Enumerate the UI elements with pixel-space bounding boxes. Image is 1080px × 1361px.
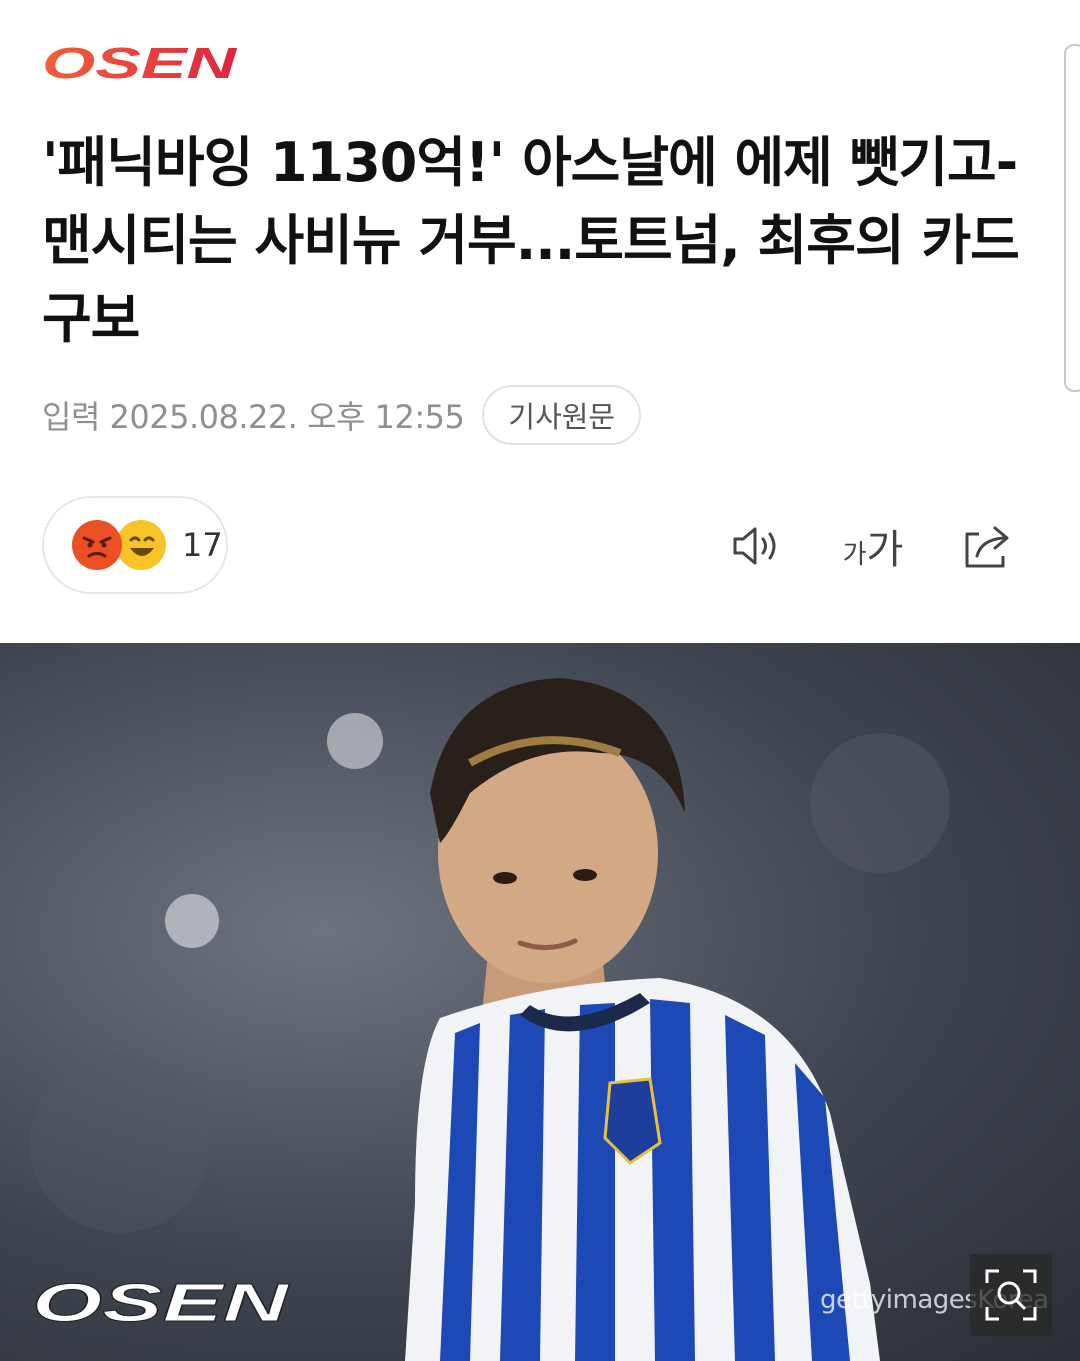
font-large-glyph: 가 (866, 527, 904, 573)
publish-date: 입력 2025.08.22. 오후 12:55 (42, 398, 465, 436)
photo-watermark: OSEN (32, 1275, 290, 1327)
reaction-button[interactable]: 17 (42, 496, 228, 594)
article-meta: 입력 2025.08.22. 오후 12:55 기사원문 (42, 384, 642, 446)
zoom-button[interactable] (970, 1254, 1052, 1336)
font-size-icon: 가가 (843, 517, 904, 575)
laughing-emoji-icon (116, 520, 166, 570)
share-icon (965, 526, 1009, 568)
article-photo[interactable]: OSEN gettyimagesKorea (0, 643, 1080, 1361)
player-illustration (30, 678, 950, 1361)
article-headline: '패닉바잉 1130억!' 아스날에 에제 뺏기고-맨시티는 사비뉴 거부...… (42, 131, 1020, 350)
reaction-count: 17 (182, 526, 223, 564)
share-button[interactable] (956, 518, 1018, 574)
scrollbar[interactable] (1064, 44, 1080, 392)
original-article-button[interactable]: 기사원문 (482, 385, 642, 445)
angry-emoji-icon (72, 520, 122, 570)
zoom-icon (985, 1269, 1037, 1321)
font-small-glyph: 가 (842, 540, 867, 570)
speaker-button[interactable] (726, 518, 788, 574)
osen-logo[interactable]: OSEN (40, 40, 240, 84)
brand-name: OSEN (42, 40, 238, 84)
photo-watermark-logo: OSEN (32, 1275, 291, 1327)
font-size-button[interactable]: 가가 (838, 518, 908, 574)
speaker-icon (733, 527, 776, 565)
